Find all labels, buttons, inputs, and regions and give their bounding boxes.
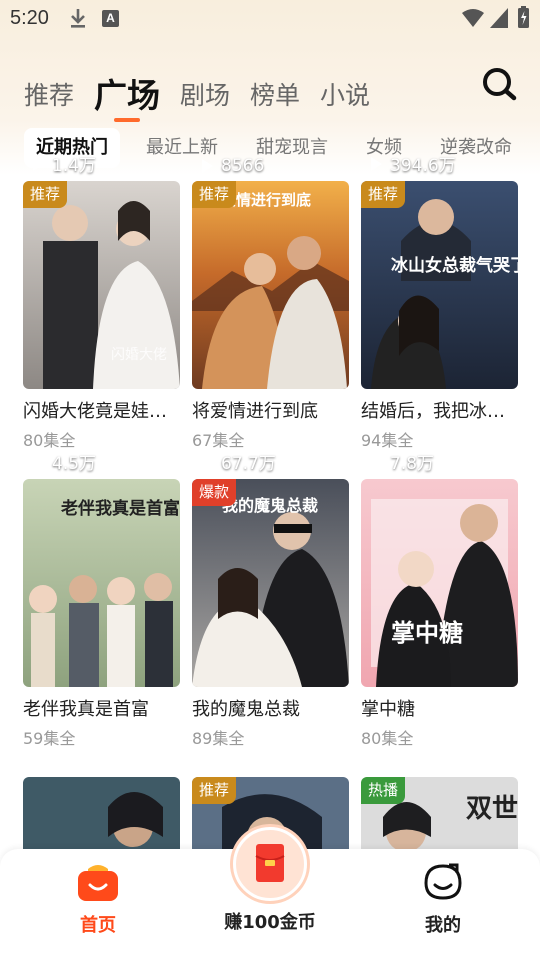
svg-text:双世: 双世 — [466, 794, 518, 824]
battery-icon — [518, 6, 529, 28]
notification-icon: A — [102, 10, 119, 27]
card-title: 闪婚大佬竟是娃… — [23, 401, 167, 422]
card-title: 我的魔鬼总裁 — [192, 699, 300, 720]
episode-count: 59集全 — [23, 729, 76, 748]
svg-text:老伴我真是首富: 老伴我真是首富 — [60, 498, 180, 519]
earn-coins-button[interactable] — [233, 827, 307, 901]
red-envelope-icon — [255, 844, 285, 882]
view-count: 394.6万 — [371, 151, 456, 176]
earn-coins-label: 赚100金币 — [224, 912, 316, 933]
episode-count: 80集全 — [23, 431, 76, 450]
view-count: 8566 — [202, 156, 264, 176]
episode-count: 67集全 — [192, 431, 245, 450]
tab-theater[interactable]: 剧场 — [180, 76, 230, 116]
nav-mine-label: 我的 — [425, 915, 461, 936]
svg-text:闪婚大佬: 闪婚大佬 — [111, 347, 167, 363]
badge-recommend: 推荐 — [192, 181, 237, 208]
poster-image: 闪婚大佬 — [23, 181, 180, 389]
tab-recommend[interactable]: 推荐 — [24, 76, 74, 116]
episode-count: 89集全 — [192, 729, 245, 748]
status-bar: 5:20 A — [0, 0, 540, 38]
poster-image: 掌中糖 — [361, 479, 518, 687]
badge-trending: 热播 — [361, 777, 406, 804]
view-count: 7.8万 — [371, 449, 434, 474]
download-icon — [71, 9, 85, 28]
card-title: 掌中糖 — [361, 699, 415, 720]
signal-icon — [490, 8, 508, 28]
badge-recommend: 推荐 — [361, 181, 406, 208]
nav-home-label: 首页 — [80, 915, 116, 936]
status-time: 5:20 — [10, 7, 49, 29]
view-count: 67.7万 — [202, 449, 276, 474]
play-icon — [202, 454, 213, 469]
svg-text:冰山女总裁气哭了: 冰山女总裁气哭了 — [391, 255, 518, 276]
tab-ranking[interactable]: 榜单 — [250, 76, 300, 116]
poster-image: 将爱情进行到底 — [192, 181, 349, 389]
card-title: 老伴我真是首富 — [23, 699, 149, 720]
badge-hot-item: 爆款 — [192, 479, 237, 506]
home-icon — [78, 865, 118, 901]
top-tab-bar: 推荐 广场 剧场 榜单 小说 — [24, 66, 390, 116]
play-icon — [33, 454, 44, 469]
episode-count: 94集全 — [361, 431, 414, 450]
svg-text:掌中糖: 掌中糖 — [391, 619, 463, 647]
badge-recommend: 推荐 — [192, 777, 237, 804]
card-title: 将爱情进行到底 — [192, 401, 318, 422]
category-filter-bar: 近期热门 最近上新 甜宠现言 女频 逆袭改命 — [24, 128, 538, 168]
nav-mine[interactable]: 我的 — [398, 863, 488, 937]
svg-text:我的魔鬼总裁: 我的魔鬼总裁 — [222, 496, 318, 515]
wifi-icon — [462, 9, 484, 27]
play-icon — [371, 454, 382, 469]
search-icon[interactable] — [481, 66, 517, 102]
poster-image: 冰山女总裁气哭了 — [361, 181, 518, 389]
tab-novel[interactable]: 小说 — [320, 76, 370, 116]
play-icon — [33, 156, 44, 171]
nav-home[interactable]: 首页 — [53, 863, 143, 937]
poster-image: 老伴我真是首富 — [23, 479, 180, 687]
profile-icon — [424, 863, 462, 900]
badge-recommend: 推荐 — [23, 181, 68, 208]
play-icon — [371, 156, 382, 171]
play-icon — [202, 159, 213, 173]
card-title: 结婚后，我把冰… — [361, 401, 505, 422]
tab-plaza[interactable]: 广场 — [94, 76, 160, 116]
view-count: 4.5万 — [33, 449, 96, 474]
poster-image: 我的魔鬼总裁 — [192, 479, 349, 687]
view-count: 1.4万 — [33, 151, 96, 176]
episode-count: 80集全 — [361, 729, 414, 748]
